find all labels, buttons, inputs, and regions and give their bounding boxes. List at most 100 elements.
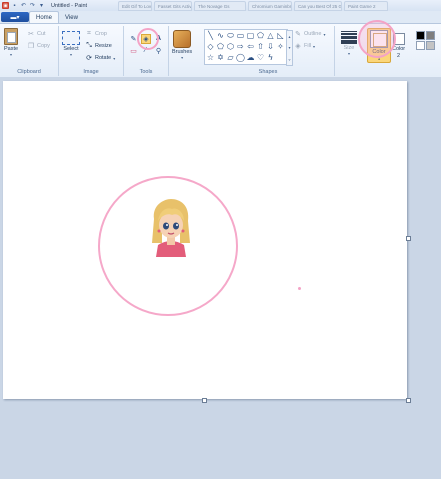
line-shape-icon[interactable]: ╲ xyxy=(206,31,215,40)
six-point-star-shape-icon[interactable]: ✡ xyxy=(216,53,225,62)
copy-button[interactable]: ❐ Copy xyxy=(27,42,50,50)
size-dropdown-icon: ▾ xyxy=(347,51,350,56)
crop-label: Crop xyxy=(95,31,107,37)
size-button[interactable]: Size ▾ xyxy=(341,30,357,56)
triangle-shape-icon[interactable]: △ xyxy=(266,31,275,40)
outline-dropdown-icon: ▾ xyxy=(323,31,326,37)
polygon-shape-icon[interactable]: ⬠ xyxy=(256,31,265,40)
undo-icon[interactable]: ↶ xyxy=(20,2,27,9)
background-taskbar-tabs: Edit Gif To Loved Games Fasset Gits Acti… xyxy=(118,1,388,11)
brushes-dropdown-icon: ▾ xyxy=(181,55,184,60)
scissors-icon: ✂ xyxy=(28,31,34,38)
clipboard-group: Paste ▾ ✂ Cut ❐ Copy Clipboard xyxy=(0,26,59,76)
gallery-expand-icon[interactable]: ▿ xyxy=(288,57,290,62)
save-icon[interactable]: ▪ xyxy=(11,2,18,9)
scroll-down-icon[interactable]: ▾ xyxy=(288,45,290,50)
canvas-workspace xyxy=(0,77,441,479)
outline-button[interactable]: ✎ Outline ▾ xyxy=(294,30,325,38)
resize-label: Resize xyxy=(95,43,112,49)
paint-app-icon[interactable]: ▣ xyxy=(2,2,9,9)
resize-icon: ⤡ xyxy=(86,42,92,49)
file-menu-icon: ▬▾ xyxy=(10,14,20,21)
canvas-resize-handle-bottom[interactable] xyxy=(202,398,207,403)
hexagon-shape-icon[interactable]: ⬡ xyxy=(226,42,235,51)
fill-button[interactable]: ◈ Fill ▾ xyxy=(294,42,315,50)
image-group: Select ▾ ⌗ Crop ⤡ Resize ⟳ Rotate ▾ Imag… xyxy=(59,26,124,76)
callout-rect-shape-icon[interactable]: ▱ xyxy=(226,53,235,62)
quick-access-toolbar: ▣ ▪ ↶ ↷ ▾ xyxy=(0,2,45,9)
rounded-rectangle-shape-icon[interactable]: ▢ xyxy=(246,31,255,40)
five-point-star-shape-icon[interactable]: ☆ xyxy=(206,53,215,62)
background-tab[interactable]: Edit Gif To Loved Games xyxy=(118,1,152,11)
cut-button[interactable]: ✂ Cut xyxy=(27,30,46,38)
background-tab[interactable]: Chromium Gaminbrics xyxy=(248,1,292,11)
right-arrow-shape-icon[interactable]: ⇨ xyxy=(236,42,245,51)
tab-view[interactable]: View xyxy=(59,12,84,23)
shapes-group: ╲ ∿ ⬭ ▭ ▢ ⬠ △ ◺ ◇ ⬠ ⬡ ⇨ ⇦ ⇧ ⇩ ✧ ☆ ✡ ▱ ◯ … xyxy=(202,26,335,76)
eraser-icon[interactable]: ▭ xyxy=(129,46,138,55)
click-highlight-tools xyxy=(137,28,159,50)
select-button[interactable]: Select ▾ xyxy=(62,31,80,57)
pentagon-shape-icon[interactable]: ⬠ xyxy=(216,42,225,51)
rotate-button[interactable]: ⟳ Rotate ▾ xyxy=(85,54,115,62)
oval-shape-icon[interactable]: ⬭ xyxy=(226,31,235,40)
background-tab[interactable]: Fasset Gits Activity xyxy=(154,1,192,11)
crop-button[interactable]: ⌗ Crop xyxy=(85,30,107,38)
line-width-icon xyxy=(341,30,357,44)
drawn-dot xyxy=(298,287,301,290)
brush-icon xyxy=(173,30,192,48)
rotate-label: Rotate xyxy=(95,55,112,61)
palette-swatch-black[interactable] xyxy=(416,31,425,40)
qat-dropdown-icon[interactable]: ▾ xyxy=(38,2,45,9)
file-menu-button[interactable]: ▬▾ xyxy=(1,12,29,22)
avatar-cursor-icon xyxy=(152,199,190,257)
background-tab[interactable]: Paint Game 2 xyxy=(344,1,388,11)
tab-home[interactable]: Home xyxy=(29,11,60,23)
heart-shape-icon[interactable]: ♡ xyxy=(256,53,265,62)
fill-dropdown-icon: ▾ xyxy=(313,43,316,49)
callout-oval-shape-icon[interactable]: ◯ xyxy=(236,53,245,62)
palette-swatch-white[interactable] xyxy=(416,41,425,50)
rectangle-shape-icon[interactable]: ▭ xyxy=(236,31,245,40)
scroll-up-icon[interactable]: ▴ xyxy=(288,34,290,39)
palette-swatch-light-gray[interactable] xyxy=(426,41,435,50)
canvas-resize-handle-corner[interactable] xyxy=(406,398,411,403)
drawing-canvas[interactable] xyxy=(3,81,407,399)
fill-icon: ◈ xyxy=(295,43,301,50)
shapes-group-label: Shapes xyxy=(258,69,278,75)
tools-group-label: Tools xyxy=(139,69,153,75)
paste-dropdown-icon: ▾ xyxy=(10,52,13,57)
shapes-gallery-scrollbar[interactable]: ▴ ▾ ▿ xyxy=(286,30,293,66)
lightning-shape-icon[interactable]: ϟ xyxy=(266,53,275,62)
left-arrow-shape-icon[interactable]: ⇦ xyxy=(246,42,255,51)
redo-icon[interactable]: ↷ xyxy=(29,2,36,9)
select-icon xyxy=(62,31,80,45)
background-tab[interactable]: The Novage Gs xyxy=(194,1,246,11)
click-highlight-color xyxy=(358,20,396,58)
up-arrow-shape-icon[interactable]: ⇧ xyxy=(256,42,265,51)
outline-icon: ✎ xyxy=(295,31,301,38)
canvas-resize-handle-right[interactable] xyxy=(406,236,411,241)
clipboard-group-label: Clipboard xyxy=(17,69,41,75)
curve-shape-icon[interactable]: ∿ xyxy=(216,31,225,40)
brushes-group: Brushes ▾ xyxy=(169,26,201,76)
right-triangle-shape-icon[interactable]: ◺ xyxy=(276,31,285,40)
four-point-star-shape-icon[interactable]: ✧ xyxy=(276,42,285,51)
diamond-shape-icon[interactable]: ◇ xyxy=(206,42,215,51)
shapes-gallery: ╲ ∿ ⬭ ▭ ▢ ⬠ △ ◺ ◇ ⬠ ⬡ ⇨ ⇦ ⇧ ⇩ ✧ ☆ ✡ ▱ ◯ … xyxy=(204,29,293,66)
image-group-label: Image xyxy=(83,69,99,75)
resize-button[interactable]: ⤡ Resize xyxy=(85,42,112,50)
ribbon: Paste ▾ ✂ Cut ❐ Copy Clipboard Select ▾ … xyxy=(0,20,441,78)
callout-cloud-shape-icon[interactable]: ☁ xyxy=(246,53,255,62)
brushes-button[interactable]: Brushes ▾ xyxy=(172,30,192,60)
background-tab[interactable]: Can you Best Of 25 Games xyxy=(294,1,342,11)
fill-label: Fill xyxy=(304,43,312,49)
magnifier-icon[interactable]: ⚲ xyxy=(154,46,163,55)
rotate-dropdown-icon: ▾ xyxy=(113,55,116,61)
down-arrow-shape-icon[interactable]: ⇩ xyxy=(266,42,275,51)
palette-swatch-gray[interactable] xyxy=(426,31,435,40)
copy-label: Copy xyxy=(37,43,50,49)
paste-icon xyxy=(4,28,19,45)
paste-button[interactable]: Paste ▾ xyxy=(4,28,18,57)
cut-label: Cut xyxy=(37,31,46,37)
